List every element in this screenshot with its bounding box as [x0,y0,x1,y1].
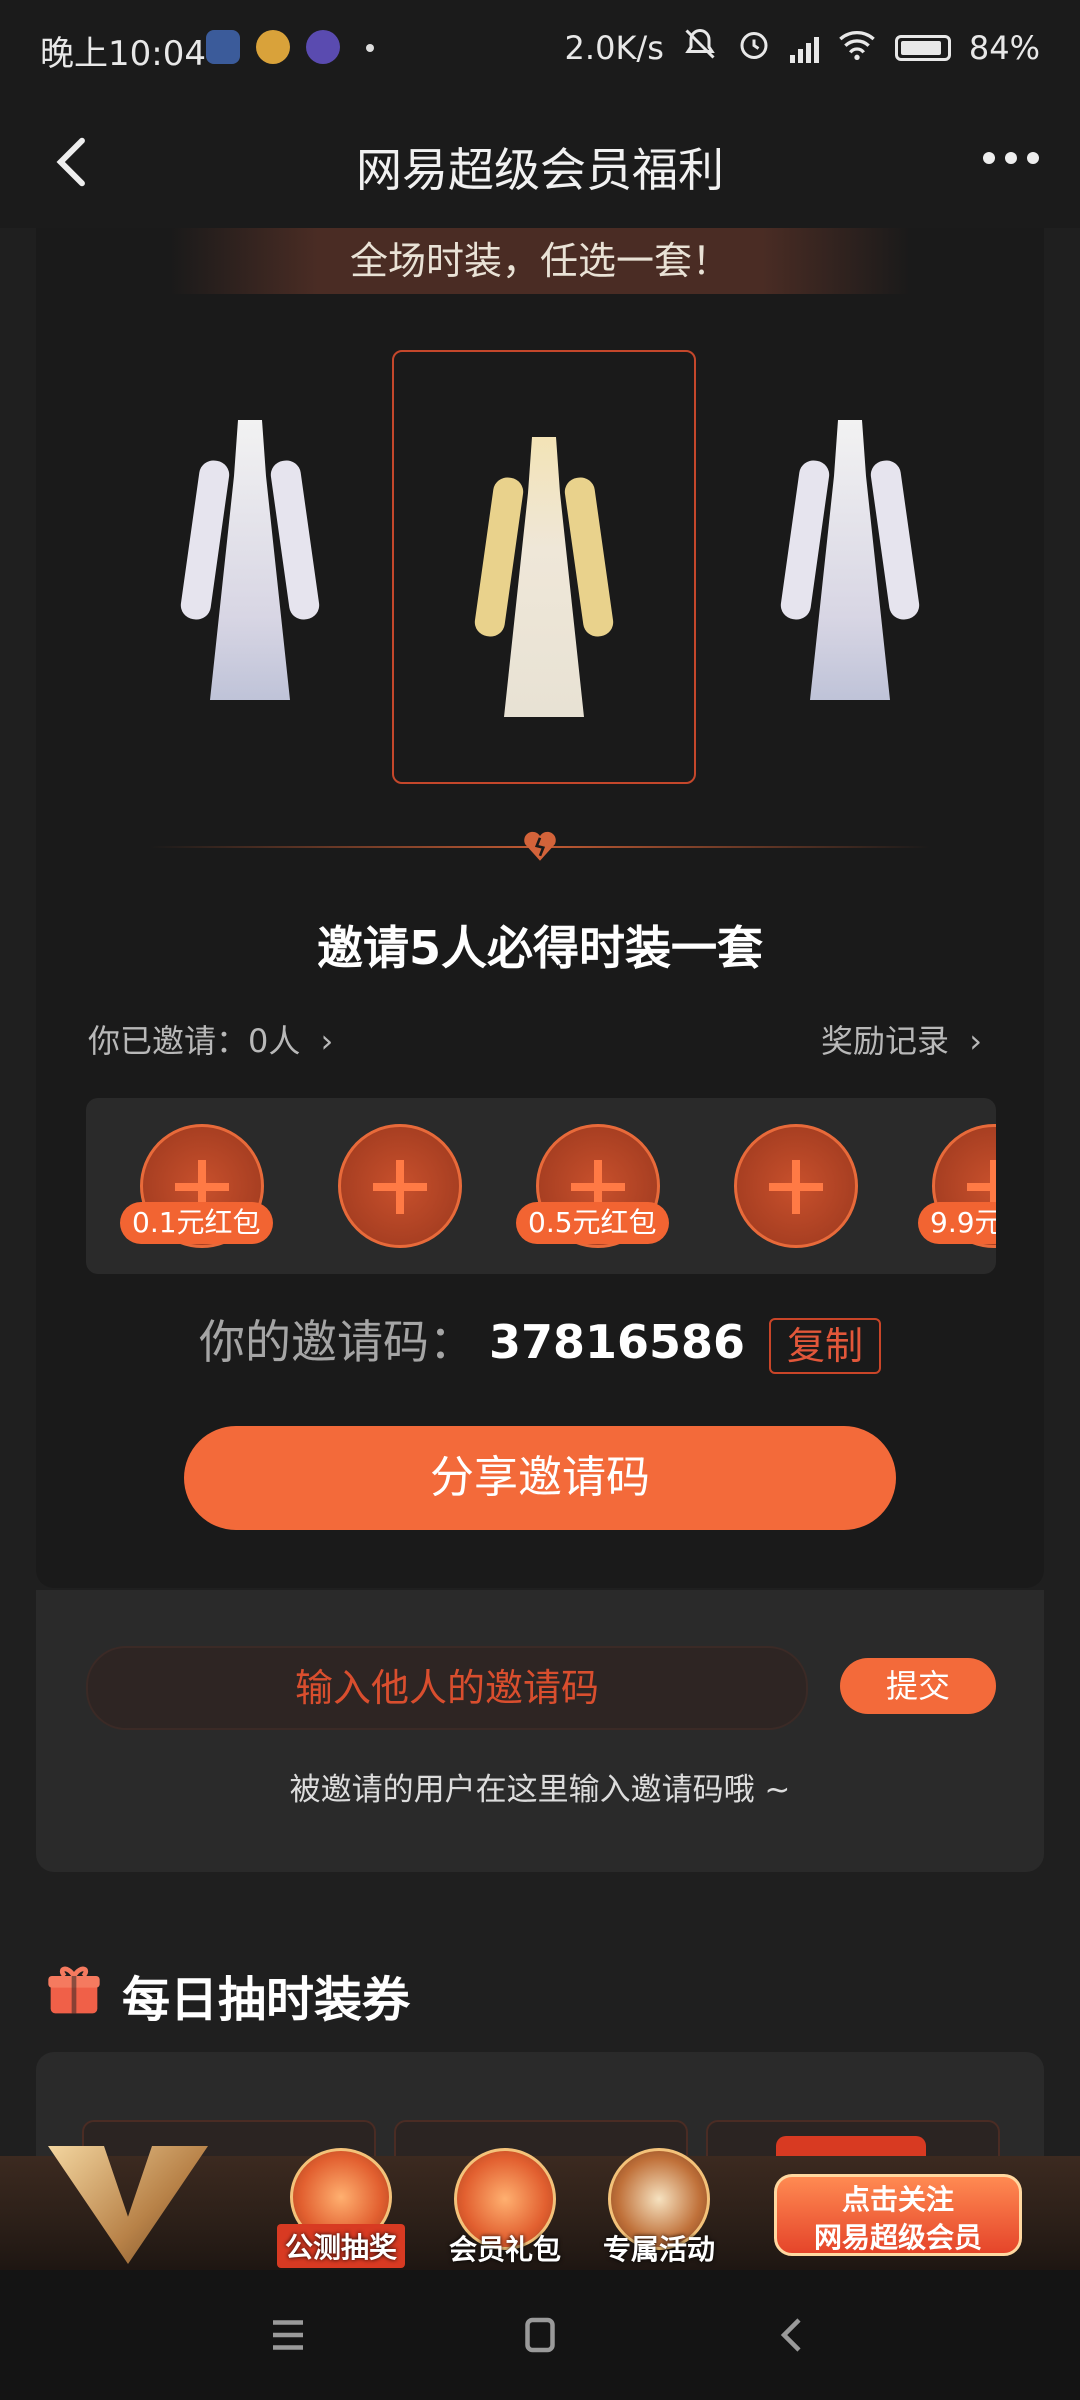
invite-code-value: 37816586 [488,1315,746,1369]
follow-button[interactable]: 点击关注 网易超级会员 [774,2174,1022,2256]
promo-label: 专属活动 [602,2233,715,2266]
more-notifications-dot [366,44,374,52]
costume-image [473,417,615,717]
status-right-group: 2.0K/s 84% [565,26,1040,70]
invite-title: 邀请5人必得时装一套 [316,921,763,975]
status-bar: 晚上10:04 2.0K/s 84% [0,0,1080,100]
share-invite-code-button[interactable]: 分享邀请码 [184,1426,896,1530]
invite-code-input[interactable]: 输入他人的邀请码 [86,1646,808,1730]
heart-divider-icon [520,828,560,864]
invite-code-label: 你的邀请码： [198,1315,475,1369]
menu-icon[interactable] [258,2310,318,2360]
page-title: 网易超级会员福利 [356,143,724,197]
copy-button[interactable]: 复制 [769,1317,882,1374]
wifi-icon [837,27,877,69]
chevron-right-icon: › [320,1022,334,1060]
submit-button[interactable]: 提交 [840,1658,996,1714]
promo-label: 公测抽奖 [276,2224,405,2268]
reward-record-label: 奖励记录 [821,1022,950,1060]
network-speed: 2.0K/s [564,29,664,67]
mute-icon [682,26,718,70]
daily-section-title: 每日抽时装券 [122,1972,411,2028]
costume-banner: 全场时装，任选一套！ [170,228,910,294]
reward-pill: 9.9元 [918,1202,996,1244]
costume-option-2-selected[interactable] [392,350,696,784]
invited-count-link[interactable]: 你已邀请：0人 › [88,1016,333,1062]
redeem-hint: 被邀请的用户在这里输入邀请码哦 ~ [289,1772,791,1808]
redeem-card [36,1590,1044,1872]
system-nav-bar [0,2270,1080,2400]
reward-record-link[interactable]: 奖励记录 › [821,1016,982,1062]
follow-line-2: 网易超级会员 [813,2221,982,2254]
invite-slots: 0.1元红包 0.5元红包 9.9元 [86,1098,996,1274]
signal-icon [789,33,819,63]
back-nav-icon[interactable] [764,2310,824,2360]
battery-level: 84% [968,29,1040,67]
notification-icon [206,30,240,64]
chevron-right-icon: › [969,1022,982,1060]
reward-pill: 0.1元红包 [120,1202,273,1244]
status-time: 晚上10:04 [40,34,206,74]
alarm-icon [736,26,772,70]
app-notification-icon [256,30,290,64]
app-header: 网易超级会员福利 [0,100,1080,228]
invite-code-row: 你的邀请码： 37816586 复制 [0,1306,1080,1374]
game-notification-icon [306,30,340,64]
invite-slot-add[interactable] [338,1124,462,1248]
invite-slot-add[interactable] [734,1124,858,1248]
gift-icon [46,1964,102,2016]
promo-exclusive-event[interactable]: 专属活动 [594,2148,724,2268]
costume-option-3[interactable] [700,340,1000,760]
battery-icon [894,35,951,61]
reward-pill: 0.5元红包 [516,1202,669,1244]
promo-lottery[interactable]: 公测抽奖 [276,2148,406,2268]
costume-image [779,400,921,700]
follow-line-1: 点击关注 [841,2183,954,2216]
invited-count: 你已邀请：0人 [88,1022,301,1060]
promo-member-gift[interactable]: 会员礼包 [440,2148,570,2268]
promo-label: 会员礼包 [448,2233,561,2266]
more-options-button[interactable] [976,138,1046,178]
costume-image [179,400,321,700]
costume-option-1[interactable] [100,340,400,760]
home-icon[interactable] [510,2310,570,2360]
